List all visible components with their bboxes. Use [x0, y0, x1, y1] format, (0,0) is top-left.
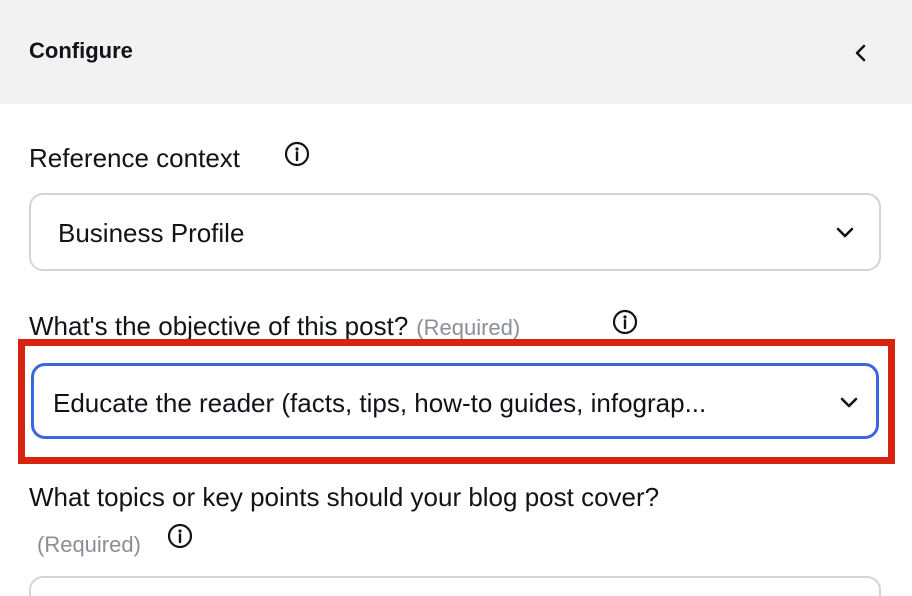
objective-value: Educate the reader (facts, tips, how-to … [53, 388, 707, 418]
chevron-down-icon [836, 227, 854, 238]
objective-select[interactable]: Educate the reader (facts, tips, how-to … [31, 363, 879, 439]
topics-textarea[interactable] [29, 576, 881, 596]
configure-header: Configure [0, 0, 912, 104]
reference-context-label: Reference context [29, 143, 241, 173]
objective-info-icon[interactable] [612, 309, 638, 335]
collapse-panel-button[interactable] [846, 38, 876, 68]
topics-required-hint: (Required) [37, 532, 141, 557]
topics-info-icon[interactable] [167, 523, 193, 549]
reference-context-value: Business Profile [58, 218, 245, 248]
objective-required-hint: (Required) [416, 315, 521, 340]
chevron-left-icon [855, 44, 866, 62]
panel-title: Configure [29, 38, 133, 63]
reference-context-info-icon[interactable] [284, 141, 310, 167]
topics-required-hint-row: (Required) [37, 528, 141, 559]
chevron-down-icon [840, 397, 858, 408]
reference-context-select[interactable]: Business Profile [29, 193, 881, 271]
objective-label: What's the objective of this post? (Requi… [29, 311, 521, 341]
topics-label: What topics or key points should your bl… [29, 482, 660, 512]
